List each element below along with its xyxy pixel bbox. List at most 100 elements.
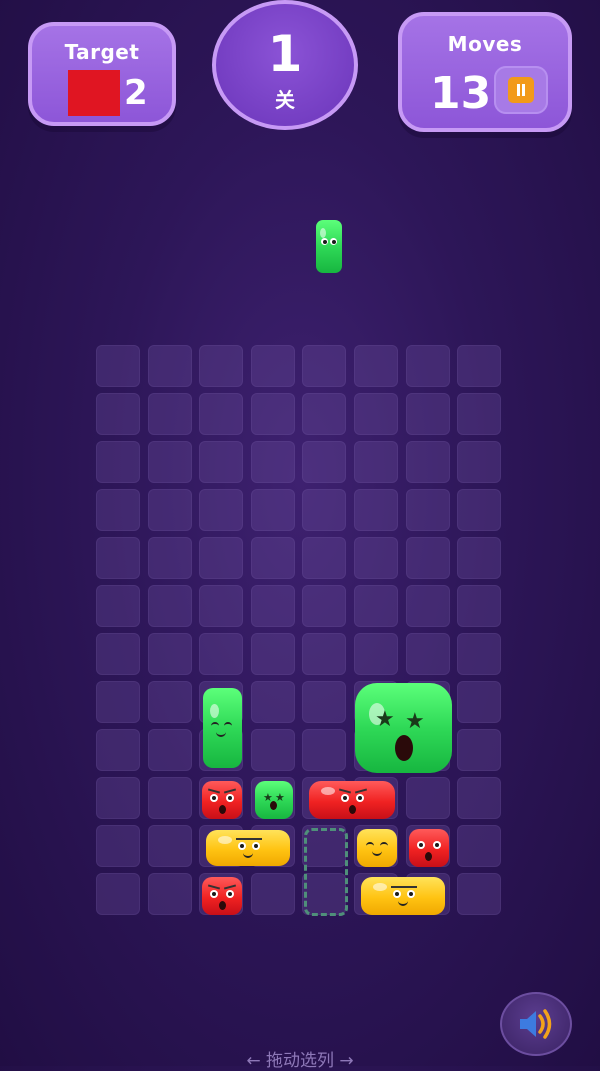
board-cell[interactable] xyxy=(251,537,295,579)
board-cell[interactable] xyxy=(96,585,140,627)
board-cell[interactable] xyxy=(96,489,140,531)
board-cell[interactable] xyxy=(406,537,450,579)
board-cell[interactable] xyxy=(199,585,243,627)
board-cell[interactable] xyxy=(457,777,501,819)
board-cell[interactable] xyxy=(148,873,192,915)
board-cell[interactable] xyxy=(457,585,501,627)
board-cell[interactable] xyxy=(406,633,450,675)
board-cell[interactable] xyxy=(251,873,295,915)
board-cell[interactable] xyxy=(96,633,140,675)
board-cell[interactable] xyxy=(96,537,140,579)
board-cell[interactable] xyxy=(354,489,398,531)
mouth xyxy=(372,849,382,856)
board-cell[interactable] xyxy=(457,489,501,531)
board-cell[interactable] xyxy=(302,537,346,579)
board-cell[interactable] xyxy=(148,393,192,435)
board-cell[interactable] xyxy=(148,681,192,723)
board-cell[interactable] xyxy=(199,537,243,579)
board-cell[interactable] xyxy=(354,441,398,483)
eye xyxy=(341,794,349,802)
board-cell[interactable] xyxy=(148,441,192,483)
falling-green-jelly[interactable] xyxy=(316,220,342,273)
pause-button[interactable] xyxy=(494,66,548,114)
board-cell[interactable] xyxy=(406,585,450,627)
red-jelly-small-1[interactable] xyxy=(202,781,242,819)
board-cell[interactable] xyxy=(148,729,192,771)
board-cell[interactable] xyxy=(406,393,450,435)
board-cell[interactable] xyxy=(302,633,346,675)
board-cell[interactable] xyxy=(302,585,346,627)
board-cell[interactable] xyxy=(354,585,398,627)
brow xyxy=(391,886,417,888)
green-jelly-small[interactable]: ★ ★ xyxy=(255,781,293,819)
board-cell[interactable] xyxy=(457,873,501,915)
board-cell[interactable] xyxy=(354,537,398,579)
board-cell[interactable] xyxy=(457,441,501,483)
board-cell[interactable] xyxy=(251,489,295,531)
board-cell[interactable] xyxy=(148,345,192,387)
eye xyxy=(366,842,374,848)
board-cell[interactable] xyxy=(406,489,450,531)
red-jelly-wide[interactable] xyxy=(309,781,395,819)
board-cell[interactable] xyxy=(457,393,501,435)
big-green-jelly[interactable]: ★ ★ xyxy=(355,683,452,773)
board-cell[interactable] xyxy=(96,393,140,435)
red-jelly-small-2[interactable] xyxy=(409,829,449,867)
yellow-jelly-small[interactable] xyxy=(357,829,397,867)
board-cell[interactable] xyxy=(457,681,501,723)
level-number: 1 xyxy=(267,25,303,83)
board-cell[interactable] xyxy=(457,345,501,387)
yellow-jelly-wide-2[interactable] xyxy=(361,877,445,915)
shine xyxy=(321,787,335,795)
board-cell[interactable] xyxy=(354,393,398,435)
drop-target-outline[interactable] xyxy=(304,828,348,916)
red-jelly-small-3[interactable] xyxy=(202,877,242,915)
board-cell[interactable] xyxy=(148,633,192,675)
board-cell[interactable] xyxy=(457,729,501,771)
yellow-jelly-wide-1[interactable] xyxy=(206,830,290,866)
board-cell[interactable] xyxy=(302,729,346,771)
board-cell[interactable] xyxy=(96,729,140,771)
board-cell[interactable] xyxy=(96,681,140,723)
board-cell[interactable] xyxy=(302,345,346,387)
board-cell[interactable] xyxy=(302,681,346,723)
board-cell[interactable] xyxy=(457,537,501,579)
board-cell[interactable] xyxy=(251,585,295,627)
board-cell[interactable] xyxy=(302,393,346,435)
board-cell[interactable] xyxy=(354,345,398,387)
board-cell[interactable] xyxy=(148,537,192,579)
board-cell[interactable] xyxy=(148,777,192,819)
board-cell[interactable] xyxy=(251,393,295,435)
board-cell[interactable] xyxy=(251,729,295,771)
board-cell[interactable] xyxy=(148,825,192,867)
board-cell[interactable] xyxy=(199,633,243,675)
board-cell[interactable] xyxy=(199,489,243,531)
board-cell[interactable] xyxy=(457,825,501,867)
board-cell[interactable] xyxy=(96,777,140,819)
board-cell[interactable] xyxy=(251,681,295,723)
board-cell[interactable] xyxy=(406,777,450,819)
brow xyxy=(354,788,368,794)
board-cell[interactable] xyxy=(251,633,295,675)
board-cell[interactable] xyxy=(251,345,295,387)
target-title: Target xyxy=(64,40,140,64)
board-cell[interactable] xyxy=(199,441,243,483)
board-cell[interactable] xyxy=(251,441,295,483)
board-cell[interactable] xyxy=(96,441,140,483)
board-cell[interactable] xyxy=(302,489,346,531)
board-cell[interactable] xyxy=(96,345,140,387)
board-cell[interactable] xyxy=(148,489,192,531)
board-cell[interactable] xyxy=(96,825,140,867)
board-cell[interactable] xyxy=(302,441,346,483)
board-cell[interactable] xyxy=(199,345,243,387)
board-cell[interactable] xyxy=(354,633,398,675)
shine xyxy=(218,836,232,844)
board-cell[interactable] xyxy=(199,393,243,435)
board-cell[interactable] xyxy=(96,873,140,915)
eye xyxy=(330,238,337,245)
board-cell[interactable] xyxy=(406,441,450,483)
board-cell[interactable] xyxy=(406,345,450,387)
board-cell[interactable] xyxy=(457,633,501,675)
board-cell[interactable] xyxy=(148,585,192,627)
tall-green-jelly[interactable] xyxy=(203,688,242,768)
